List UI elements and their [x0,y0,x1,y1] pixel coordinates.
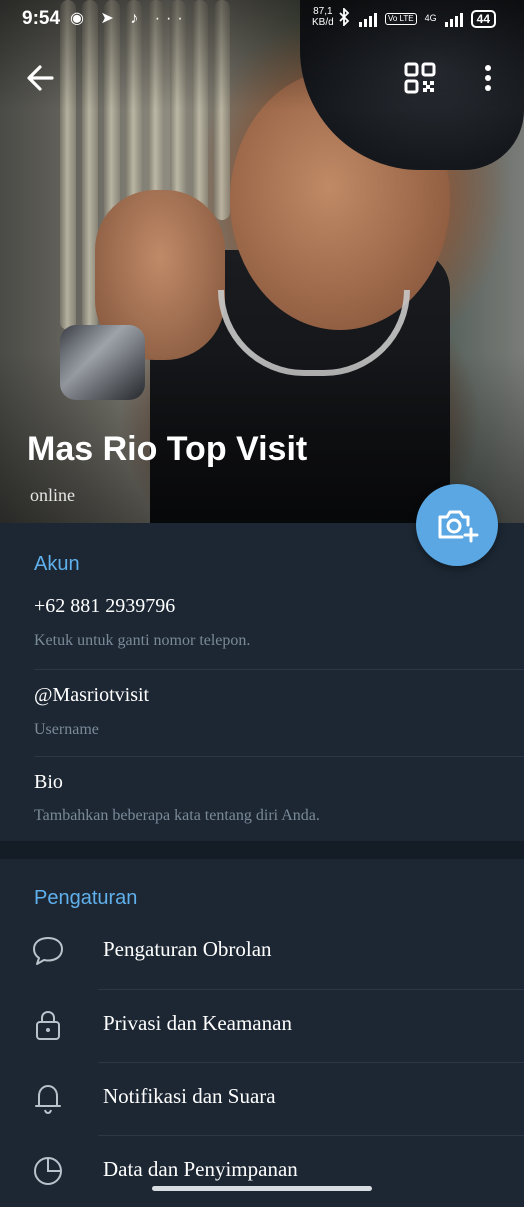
add-photo-icon [438,510,479,543]
battery-icon: 44 [470,9,496,28]
status-bar: 9:54 ◉ ➤ ♪ ··· 87,1 KB/d Vo LTE 4G 44 [0,0,524,38]
profile-status: online [30,485,75,505]
gesture-nav-bar[interactable] [152,1186,372,1191]
settings-item-label: Pengaturan Obrolan [103,937,272,961]
username-label: Username [34,721,99,738]
phone-row[interactable]: +62 881 2939796 Ketuk untuk ganti nomor … [0,583,524,669]
network-speed: 87,1 KB/d [312,6,334,28]
signal-bars-icon-2 [444,11,463,27]
bluetooth-icon [337,6,351,29]
qr-code-button[interactable] [400,58,440,98]
qr-code-icon [404,62,436,94]
back-arrow-icon [27,65,54,91]
phone-hint: Ketuk untuk ganti nomor telepon. [34,632,251,649]
settings-item-privacy[interactable]: Privasi dan Keamanan [0,989,524,1061]
settings-item-label: Data dan Penyimpanan [103,1157,298,1181]
username-row[interactable]: @Masriotvisit Username [0,670,524,756]
username-value: @Masriotvisit [34,684,150,706]
section-gap [0,841,524,859]
back-button[interactable] [22,58,62,98]
settings-item-label: Notifikasi dan Suara [103,1084,276,1108]
chat-bubble-icon [33,937,63,965]
settings-item-notifications[interactable]: Notifikasi dan Suara [0,1062,524,1134]
set-photo-button[interactable] [416,484,498,566]
volte-badge: Vo LTE [384,12,417,25]
bio-hint: Tambahkan beberapa kata tentang diri And… [34,807,320,824]
bell-icon [35,1085,61,1115]
settings-item-label: Privasi dan Keamanan [103,1011,292,1035]
profile-name: Mas Rio Top Visit [27,430,308,468]
settings-section: Pengaturan Pengaturan Obrolan Privasi da… [0,859,524,1200]
pie-chart-icon [34,1157,62,1185]
bio-label: Bio [34,771,63,793]
status-time: 9:54 [22,8,61,29]
settings-item-data[interactable]: Data dan Penyimpanan [0,1135,524,1207]
notification-icons: ◉ ➤ ♪ ··· [70,10,189,27]
account-section-title: Akun [34,553,80,575]
settings-section-title: Pengaturan [34,887,138,909]
phone-number: +62 881 2939796 [34,595,176,617]
bio-row[interactable]: Bio Tambahkan beberapa kata tentang diri… [0,757,524,841]
account-section: Akun +62 881 2939796 Ketuk untuk ganti n… [0,523,524,841]
more-vertical-icon [485,65,491,91]
lock-icon [36,1010,60,1040]
more-options-button[interactable] [470,58,506,98]
network-type: 4G [424,13,437,23]
settings-item-chat[interactable]: Pengaturan Obrolan [0,915,524,987]
signal-bars-icon [358,11,377,27]
